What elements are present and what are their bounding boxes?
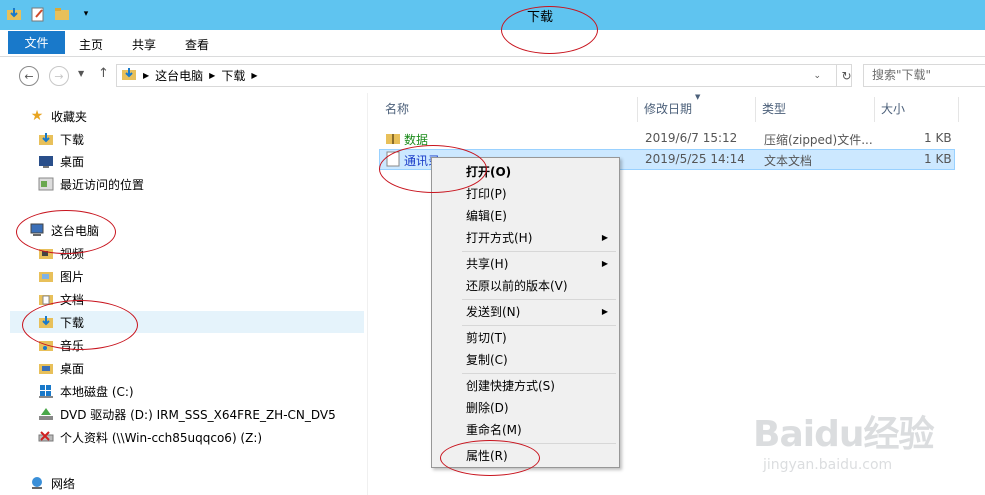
column-header-size[interactable]: 大小	[875, 97, 959, 122]
column-header-type[interactable]: 类型	[756, 97, 875, 122]
annotation-ellipse	[22, 300, 138, 350]
menu-item-create-shortcut[interactable]: 创建快捷方式(S)	[433, 375, 618, 397]
arrow-right-icon: →	[54, 69, 64, 83]
breadcrumb-downloads[interactable]: 下载	[221, 67, 245, 84]
nav-label: 个人资料 (\\Win-cch85uqqco6) (Z:)	[60, 430, 263, 445]
nav-label: 下载	[60, 132, 85, 147]
annotation-ellipse	[379, 145, 487, 193]
up-button[interactable]: ↑	[98, 66, 109, 81]
refresh-icon: ↻	[841, 68, 852, 83]
dvd-drive-icon	[38, 406, 54, 422]
recent-locations-button[interactable]: ▼	[78, 69, 84, 78]
tab-share[interactable]: 共享	[132, 33, 156, 57]
column-header-date[interactable]: 修改日期	[638, 97, 756, 122]
menu-separator	[462, 251, 616, 252]
watermark-logo: Baidu经验	[753, 414, 934, 455]
breadcrumb-this-pc[interactable]: 这台电脑	[155, 67, 203, 84]
navigation-pane: ★ 收藏夹 下载 桌面 最近访问的位置 这台电脑 视频 图片 文档 下载 音乐 …	[0, 93, 368, 495]
menu-item-edit[interactable]: 编辑(E)	[433, 205, 618, 227]
nav-label: 桌面	[60, 154, 85, 169]
nav-item-pictures[interactable]: 图片	[38, 265, 84, 287]
menu-separator	[462, 299, 616, 300]
menu-item-label: 共享(H)	[466, 257, 509, 271]
recent-places-icon	[38, 176, 54, 192]
menu-separator	[462, 373, 616, 374]
file-type: 压缩(zipped)文件...	[764, 133, 873, 147]
arrow-left-icon: ←	[24, 69, 34, 83]
file-row[interactable]: 数据 2019/6/7 15:12 压缩(zipped)文件... 1 KB	[379, 128, 955, 149]
annotation-ellipse	[440, 440, 540, 476]
nav-favorites[interactable]: ★ 收藏夹	[29, 105, 87, 127]
nav-item-desktop-fav[interactable]: 桌面	[38, 150, 84, 172]
windows-drive-icon	[38, 383, 54, 399]
menu-item-send-to[interactable]: 发送到(N) ▶	[433, 301, 618, 323]
nav-item-local-disk-c[interactable]: 本地磁盘 (C:)	[38, 380, 134, 402]
nav-label: 本地磁盘 (C:)	[60, 384, 134, 399]
submenu-arrow-icon: ▶	[601, 259, 608, 268]
nav-label: 最近访问的位置	[60, 177, 145, 192]
disconnected-network-drive-icon	[38, 429, 54, 445]
forward-button[interactable]: →	[49, 66, 69, 86]
back-button[interactable]: ←	[19, 66, 39, 86]
chevron-right-icon[interactable]: ▶	[143, 71, 149, 80]
folder-desktop-icon	[38, 360, 54, 376]
watermark-url: jingyan.baidu.com	[763, 457, 893, 473]
nav-label: 收藏夹	[51, 109, 88, 124]
nav-label: 桌面	[60, 361, 85, 376]
nav-item-dvd-drive-d[interactable]: DVD 驱动器 (D:) IRM_SSS_X64FRE_ZH-CN_DV5	[38, 403, 336, 425]
menu-item-label: 发送到(N)	[466, 305, 521, 319]
title-bar: ▾ 下载	[0, 0, 985, 30]
column-header-name[interactable]: 名称	[379, 97, 638, 122]
annotation-ellipse	[501, 6, 598, 54]
nav-label: 图片	[60, 269, 85, 284]
nav-item-recent[interactable]: 最近访问的位置	[38, 173, 144, 195]
menu-item-open-with[interactable]: 打开方式(H) ▶	[433, 227, 618, 249]
file-size: 1 KB	[924, 131, 952, 145]
annotation-ellipse	[16, 210, 116, 254]
window-title: 下载	[526, 10, 553, 25]
file-size: 1 KB	[924, 152, 952, 166]
nav-item-network-drive-z[interactable]: 个人资料 (\\Win-cch85uqqco6) (Z:)	[38, 426, 262, 448]
tab-view[interactable]: 查看	[185, 33, 209, 57]
address-row: ← → ▼ ↑ ▶ 这台电脑 ▶ 下载 ▶ ⌄ ↻ 搜索"下载"	[0, 57, 985, 93]
watermark: Baidu经验 jingyan.baidu.com	[753, 405, 983, 480]
menu-item-share[interactable]: 共享(H) ▶	[433, 253, 618, 275]
tab-file[interactable]: 文件	[8, 31, 65, 54]
search-input[interactable]: 搜索"下载"	[863, 64, 985, 87]
menu-item-delete[interactable]: 删除(D)	[433, 397, 618, 419]
nav-network[interactable]: 网络	[29, 472, 75, 494]
folder-pictures-icon	[38, 268, 54, 284]
menu-item-label: 打开方式(H)	[466, 231, 533, 245]
menu-separator	[462, 325, 616, 326]
chevron-right-icon[interactable]: ▶	[209, 71, 215, 80]
network-icon	[29, 475, 45, 491]
star-icon: ★	[30, 108, 44, 124]
file-date: 2019/5/25 14:14	[645, 152, 745, 166]
menu-item-cut[interactable]: 剪切(T)	[433, 327, 618, 349]
zip-folder-icon	[385, 130, 401, 149]
context-menu: 打开(O) 打印(P) 编辑(E) 打开方式(H) ▶ 共享(H) ▶ 还原以前…	[431, 157, 620, 468]
menu-item-restore-versions[interactable]: 还原以前的版本(V)	[433, 275, 618, 297]
nav-label: DVD 驱动器 (D:) IRM_SSS_X64FRE_ZH-CN_DV5	[60, 407, 336, 422]
address-dropdown-icon[interactable]: ⌄	[813, 71, 821, 81]
file-type: 文本文档	[764, 154, 813, 168]
file-date: 2019/6/7 15:12	[645, 131, 738, 145]
tab-home[interactable]: 主页	[79, 33, 103, 57]
address-bar[interactable]: ▶ 这台电脑 ▶ 下载 ▶ ⌄	[116, 64, 852, 87]
folder-download-icon	[38, 131, 54, 147]
nav-item-downloads-fav[interactable]: 下载	[38, 128, 84, 150]
menu-item-rename[interactable]: 重命名(M)	[433, 419, 618, 441]
chevron-right-icon[interactable]: ▶	[251, 71, 257, 80]
desktop-icon	[38, 153, 54, 169]
submenu-arrow-icon: ▶	[601, 307, 608, 316]
menu-item-copy[interactable]: 复制(C)	[433, 349, 618, 371]
ribbon: 文件 主页 共享 查看	[0, 30, 985, 57]
folder-download-icon	[121, 66, 137, 85]
nav-item-desktop[interactable]: 桌面	[38, 357, 84, 379]
refresh-button[interactable]: ↻	[836, 64, 856, 87]
nav-label: 网络	[51, 476, 76, 491]
submenu-arrow-icon: ▶	[601, 233, 608, 242]
